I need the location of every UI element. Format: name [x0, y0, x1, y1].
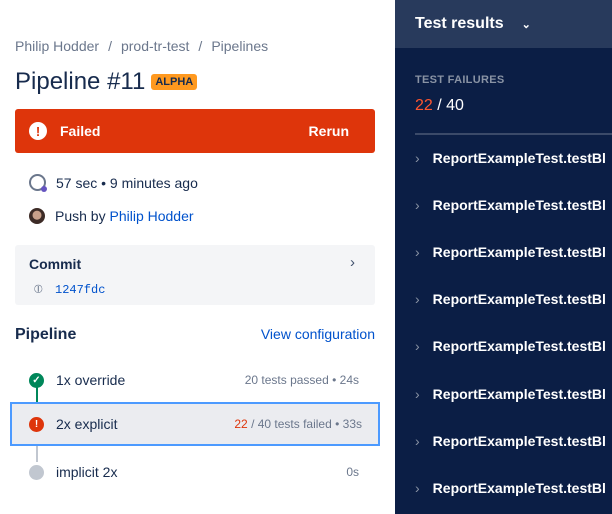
- page-title: Pipeline #11 ALPHA: [15, 68, 198, 96]
- chevron-right-icon: ›: [415, 150, 420, 166]
- error-icon: !: [29, 122, 47, 140]
- test-method: testBl: [567, 432, 606, 449]
- breadcrumb-repo[interactable]: prod-tr-test: [121, 38, 189, 54]
- test-failure-row[interactable]: › ReportExampleTest.testBl: [415, 291, 606, 307]
- test-failure-row[interactable]: › ReportExampleTest.testBl: [415, 244, 606, 260]
- breadcrumb-pipelines[interactable]: Pipelines: [211, 38, 268, 54]
- test-method: testBl: [567, 385, 606, 402]
- test-results-dropdown[interactable]: Test results ⌄: [395, 0, 612, 48]
- clock-icon: [29, 174, 47, 192]
- test-failure-row[interactable]: › ReportExampleTest.testBl: [415, 480, 606, 496]
- pending-icon: [29, 464, 44, 480]
- test-results-panel: Test results ⌄ TEST FAILURES 22 / 40 › Rep…: [395, 0, 612, 514]
- push-user-link[interactable]: Philip Hodder: [109, 208, 193, 224]
- chevron-right-icon: ›: [415, 244, 420, 261]
- total-count: / 40: [432, 97, 464, 114]
- test-method: testBl: [567, 244, 606, 261]
- chevron-right-icon: ›: [415, 385, 420, 402]
- test-class: ReportExampleTest.: [432, 432, 568, 449]
- commit-hash-link[interactable]: 1247fdc: [55, 283, 105, 297]
- step-1x-override[interactable]: ✓ 1x override 20 tests passed • 24s: [15, 363, 375, 397]
- test-name: ReportExampleTest.testBl: [433, 433, 606, 449]
- divider: [415, 133, 612, 135]
- test-class: ReportExampleTest.: [432, 291, 568, 308]
- test-name: ReportExampleTest.testBl: [433, 480, 606, 496]
- test-method: testBl: [567, 197, 606, 214]
- test-method: testBl: [567, 479, 606, 496]
- chevron-right-icon: ›: [415, 338, 420, 355]
- chevron-right-icon: ›: [415, 479, 420, 496]
- breadcrumb-user[interactable]: Philip Hodder: [15, 38, 99, 54]
- check-icon: ✓: [29, 372, 44, 388]
- failed-count: 22: [415, 97, 433, 114]
- step-info: 22 / 40 tests failed • 33s: [234, 417, 362, 431]
- chevron-right-icon: ›: [415, 291, 420, 308]
- pipeline-heading: Pipeline: [15, 326, 77, 343]
- chevron-down-icon: ⌄: [521, 18, 531, 31]
- view-configuration-link[interactable]: View configuration: [261, 326, 375, 342]
- pipeline-panel: Philip Hodder / prod-tr-test / Pipelines Pip…: [0, 0, 395, 514]
- breadcrumb: Philip Hodder / prod-tr-test / Pipelines: [15, 38, 269, 54]
- test-failure-row[interactable]: › ReportExampleTest.testBl: [415, 433, 606, 449]
- step-info: 20 tests passed • 24s: [244, 373, 359, 387]
- test-failure-row[interactable]: › ReportExampleTest.testBl: [415, 386, 606, 402]
- chevron-right-icon: ›: [350, 254, 355, 271]
- test-name: ReportExampleTest.testBl: [433, 386, 606, 402]
- test-class: ReportExampleTest.: [432, 479, 568, 496]
- test-failure-row[interactable]: › ReportExampleTest.testBl: [415, 338, 606, 354]
- duration: 57 sec • 9 minutes ago: [29, 174, 198, 192]
- error-icon: !: [29, 416, 44, 432]
- step-name: 2x explicit: [56, 416, 118, 432]
- test-name: ReportExampleTest.testBl: [433, 197, 606, 213]
- test-class: ReportExampleTest.: [432, 150, 568, 166]
- test-method: testBl: [567, 291, 606, 308]
- failure-count: 22 / 40: [415, 97, 464, 115]
- results-title: Test results: [415, 15, 504, 32]
- commit-icon: ⦶: [34, 282, 43, 296]
- test-class: ReportExampleTest.: [432, 197, 568, 214]
- avatar: [29, 208, 45, 224]
- alpha-badge: ALPHA: [151, 74, 198, 90]
- chevron-right-icon: ›: [415, 197, 420, 214]
- test-name: ReportExampleTest.testBl: [433, 244, 606, 260]
- status-banner: ! Failed Rerun: [15, 109, 375, 153]
- step-name: 1x override: [56, 372, 126, 388]
- test-class: ReportExampleTest.: [432, 338, 568, 355]
- chevron-right-icon: ›: [415, 432, 420, 449]
- step-info: 0s: [346, 465, 359, 479]
- status-label: Failed: [60, 123, 101, 139]
- test-name: ReportExampleTest.testBl: [433, 150, 606, 166]
- rerun-button[interactable]: Rerun: [309, 123, 349, 139]
- test-method: testBl: [567, 150, 606, 166]
- section-label: TEST FAILURES: [415, 74, 505, 86]
- step-2x-explicit[interactable]: ! 2x explicit 22 / 40 tests failed • 33s: [10, 402, 380, 446]
- test-name: ReportExampleTest.testBl: [433, 291, 606, 307]
- test-failure-row[interactable]: › ReportExampleTest.testBl: [415, 150, 606, 166]
- step-info-text: / 40 tests failed • 33s: [247, 417, 362, 431]
- test-failure-row[interactable]: › ReportExampleTest.testBl: [415, 197, 606, 213]
- title-text: Pipeline #11: [15, 68, 146, 95]
- test-class: ReportExampleTest.: [432, 244, 568, 261]
- duration-text: 57 sec • 9 minutes ago: [56, 174, 198, 191]
- test-name: ReportExampleTest.testBl: [433, 338, 606, 354]
- test-method: testBl: [567, 338, 606, 355]
- step-name: implicit 2x: [56, 464, 118, 480]
- push-info: Push by Philip Hodder: [29, 208, 194, 224]
- failed-count: 22: [234, 417, 248, 431]
- commit-label: Commit: [29, 256, 82, 272]
- commit-card[interactable]: Commit › ⦶ 1247fdc: [15, 245, 375, 305]
- test-class: ReportExampleTest.: [432, 385, 568, 402]
- step-implicit-2x[interactable]: implicit 2x 0s: [15, 455, 375, 489]
- push-prefix: Push by: [55, 208, 106, 224]
